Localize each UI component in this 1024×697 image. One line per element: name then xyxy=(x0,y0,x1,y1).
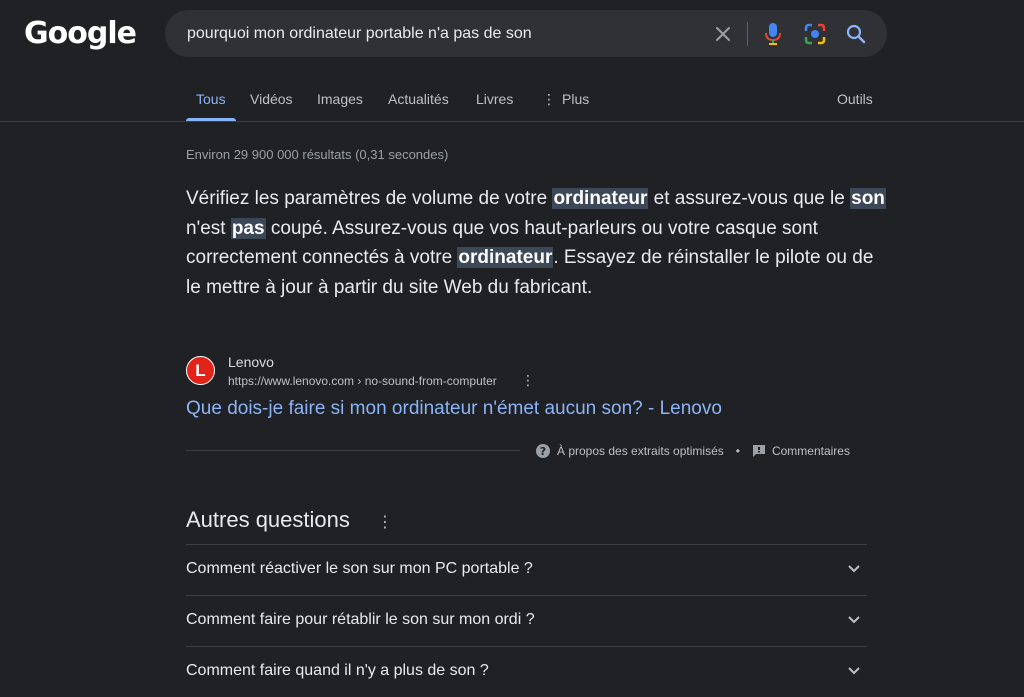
paa-more-options-icon[interactable]: ⋮ xyxy=(377,512,393,532)
lenovo-favicon: L xyxy=(186,356,215,385)
paa-question-text: Comment faire quand il n'y a plus de son… xyxy=(186,662,489,679)
paa-question[interactable]: Comment réactiver le son sur mon PC port… xyxy=(186,544,867,595)
chevron-down-icon xyxy=(848,565,860,573)
snippet-highlight: ordinateur xyxy=(457,247,554,268)
about-snippets-link[interactable]: À propos des extraits optimisés xyxy=(557,444,724,458)
tools-button[interactable]: Outils xyxy=(837,86,873,112)
tab-label: Tous xyxy=(196,91,226,107)
result-stats: Environ 29 900 000 résultats (0,31 secon… xyxy=(186,147,449,162)
more-vert-icon: ⋮ xyxy=(542,91,556,107)
more-options-icon[interactable]: ⋮ xyxy=(521,372,535,389)
google-logo[interactable]: Google xyxy=(24,16,137,51)
tab-label: Vidéos xyxy=(250,91,293,107)
snippet-highlight: pas xyxy=(230,217,266,239)
tab-plus[interactable]: ⋮ Plus xyxy=(542,86,589,121)
tab-label: Actualités xyxy=(388,91,449,107)
snippet-divider xyxy=(186,450,520,451)
people-also-ask-title: Autres questions xyxy=(186,507,350,532)
paa-question[interactable]: Comment faire pour rétablir le son sur m… xyxy=(186,595,867,646)
snippet-highlight: ordinateur xyxy=(552,188,649,209)
feedback-icon[interactable] xyxy=(752,444,766,458)
tab-livres[interactable]: Livres xyxy=(476,86,513,121)
tab-videos[interactable]: Vidéos xyxy=(250,86,293,121)
search-divider xyxy=(747,22,748,46)
search-icon[interactable] xyxy=(840,10,872,57)
snippet-footer: ? À propos des extraits optimisés • Comm… xyxy=(535,443,850,459)
site-name[interactable]: Lenovo xyxy=(228,354,274,370)
tab-label: Plus xyxy=(562,91,590,107)
chevron-down-icon xyxy=(848,667,860,675)
chevron-down-icon xyxy=(848,616,860,624)
featured-snippet-text: Vérifiez les paramètres de volume de vot… xyxy=(186,184,886,302)
tab-images[interactable]: Images xyxy=(317,86,363,121)
paa-question-text: Comment faire pour rétablir le son sur m… xyxy=(186,611,535,628)
paa-question-text: Comment réactiver le son sur mon PC port… xyxy=(186,560,533,577)
help-icon[interactable]: ? xyxy=(535,443,551,459)
feedback-link[interactable]: Commentaires xyxy=(772,444,850,458)
snippet-highlight: son xyxy=(850,188,886,209)
site-url[interactable]: https://www.lenovo.com › no-sound-from-c… xyxy=(228,374,497,388)
result-title-link[interactable]: Que dois-je faire si mon ordinateur n'ém… xyxy=(186,398,722,420)
tab-tous[interactable]: Tous xyxy=(186,86,236,121)
lens-icon[interactable] xyxy=(799,10,831,57)
paa-question[interactable]: Comment faire quand il n'y a plus de son… xyxy=(186,646,867,697)
header-divider xyxy=(0,121,1024,122)
snippet-text: n'est xyxy=(186,217,231,239)
tab-actualites[interactable]: Actualités xyxy=(388,86,449,121)
footer-separator: • xyxy=(735,444,740,458)
svg-text:?: ? xyxy=(540,445,546,458)
people-also-ask-list: Comment réactiver le son sur mon PC port… xyxy=(186,544,867,697)
snippet-text: et assurez-vous que le xyxy=(648,188,851,209)
snippet-text: Vérifiez les paramètres de volume de vot… xyxy=(186,188,553,209)
clear-icon[interactable] xyxy=(707,10,739,57)
microphone-icon[interactable] xyxy=(757,10,789,57)
tab-label: Images xyxy=(317,91,363,107)
search-bar[interactable]: pourquoi mon ordinateur portable n'a pas… xyxy=(165,10,887,57)
search-input[interactable]: pourquoi mon ordinateur portable n'a pas… xyxy=(187,10,687,57)
tab-label: Livres xyxy=(476,91,514,107)
